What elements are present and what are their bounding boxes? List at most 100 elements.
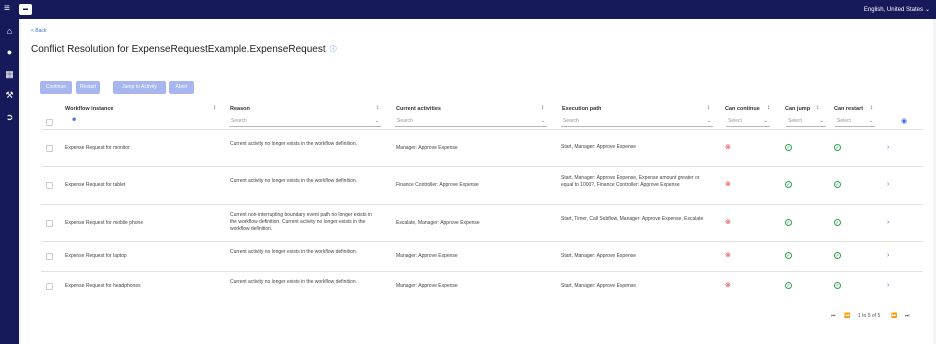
chevron-down-icon: ⌄ [540,118,545,124]
row-open-chevron-icon[interactable]: › [887,252,889,259]
reason-search-input[interactable]: Search ⌄ [229,116,381,127]
can-restart-check-icon: ✓ [834,181,841,188]
logout-icon[interactable]: ➲ [4,112,15,123]
execution-path-cell: Start, Manager: Approve Expense, Expense… [561,174,700,188]
can-restart-check-icon: ✓ [834,282,841,289]
can-restart-select-value: Select [837,118,851,124]
row-checkbox[interactable] [46,253,53,260]
jump-to-activity-button[interactable]: Jump to Activity [113,81,166,94]
sort-icon[interactable]: ↕ [213,105,216,111]
column-header-workflow-instance[interactable]: Workflow instance [65,106,114,112]
current-activities-cell: Escalate, Manager: Approve Expense [396,219,480,226]
row-checkbox[interactable] [46,144,53,152]
reason-cell: Current activity no longer exists in the… [230,249,358,255]
can-continue-error-icon: ⊗ [725,252,731,259]
row-open-chevron-icon[interactable]: › [887,144,889,151]
can-restart-check-icon: ✓ [834,252,841,259]
can-restart-select[interactable]: Select ⌄ [835,116,875,127]
main-content: < Back Conflict Resolution for ExpenseRe… [21,19,933,344]
home-icon[interactable]: ⌂ [4,26,15,37]
workflow-instance-cell: Expense Request for headphones [65,283,141,289]
info-icon[interactable]: ⓘ [330,46,337,53]
restart-button[interactable]: Restart [76,81,100,94]
chevron-down-icon: ⌄ [819,118,824,124]
row-open-chevron-icon[interactable]: › [887,282,889,289]
current-activities-cell: Manager: Approve Expense [396,283,458,289]
current-activities-cell: Manager: Approve Expense [396,253,458,259]
sort-icon[interactable]: ↕ [541,105,544,111]
language-label: English, United States [863,7,923,13]
can-continue-error-icon: ⊗ [725,143,731,151]
workflow-instance-cell: Expense Request for laptop [65,253,127,259]
can-continue-error-icon: ⊗ [725,282,731,289]
activities-search-placeholder: Search [397,118,413,124]
page-title: Conflict Resolution for ExpenseRequestEx… [31,44,337,55]
column-header-can-restart[interactable]: Can restart [834,106,863,112]
can-jump-check-icon: ✓ [785,218,792,226]
page-title-text: Conflict Resolution for ExpenseRequestEx… [31,44,326,55]
sort-icon[interactable]: ↕ [376,105,379,111]
column-header-reason[interactable]: Reason [230,106,250,112]
abort-button[interactable]: Abort [169,81,194,94]
sort-icon[interactable]: ↕ [870,105,873,111]
row-open-chevron-icon[interactable]: › [887,219,889,226]
grid-icon[interactable]: ▦ [4,69,15,80]
chevron-down-icon: ⌄ [763,118,768,124]
sort-icon[interactable]: ↕ [816,105,819,111]
execution-path-cell: Start, Manager: Approve Expense [561,282,637,289]
top-bar: ≡ ▬ English, United States ⌄ [0,0,936,19]
back-link[interactable]: < Back [31,28,46,34]
execution-path-cell: Start, Timer, Call Subflow, Manager: App… [561,215,704,222]
can-jump-check-icon: ✓ [785,282,792,289]
workflow-instance-cell: Expense Request for mobile phone [65,219,144,226]
can-jump-select-value: Select [788,118,802,124]
language-selector[interactable]: English, United States ⌄ [864,6,930,13]
column-header-can-jump[interactable]: Can jump [785,106,810,112]
row-checkbox[interactable] [46,219,53,227]
first-page-icon[interactable]: ⏮ [831,313,836,319]
eye-icon[interactable]: ◉ [901,117,907,125]
app-logo[interactable]: ▬ [19,4,32,15]
continue-button[interactable]: Continue [40,81,72,94]
can-jump-check-icon: ✓ [785,181,792,188]
wrench-icon[interactable]: ⚒ [4,90,15,101]
side-nav: ⌂ ● ▦ ⚒ ➲ [0,19,19,344]
can-jump-check-icon: ✓ [785,252,792,259]
sort-icon[interactable]: ↕ [707,105,710,111]
prev-page-icon[interactable]: ⏪ [844,313,850,319]
reason-cell: Current non-interrupting boundary event … [230,212,372,232]
row-open-chevron-icon[interactable]: › [887,181,889,188]
current-activities-cell: Finance Controller: Approve Expense [396,182,479,188]
execution-path-cell: Start, Manager: Approve Expense [561,252,637,259]
can-continue-error-icon: ⊗ [725,181,731,188]
path-search-placeholder: Search [563,118,579,124]
reason-cell: Current activity no longer exists in the… [230,140,358,147]
activities-search-input[interactable]: Search ⌄ [395,116,547,127]
row-checkbox[interactable] [46,283,53,290]
menu-icon[interactable]: ≡ [4,4,10,14]
workflow-instance-cell: Expense Request for tablet [65,182,126,188]
can-jump-check-icon: ✓ [785,143,792,151]
reason-search-placeholder: Search [231,118,247,124]
path-search-input[interactable]: Search ⌄ [561,116,713,127]
row-checkbox[interactable] [46,182,53,189]
execution-path-cell: Start, Manager: Approve Expense [561,144,637,150]
reason-cell: Current activity no longer exists in the… [230,279,358,285]
can-restart-check-icon: ✓ [834,143,841,151]
reason-cell: Current activity no longer exists in the… [230,178,358,184]
user-icon[interactable]: ● [4,47,15,58]
people-icon[interactable]: ☻ [71,117,77,123]
can-continue-select-value: Select [728,118,742,124]
can-jump-select[interactable]: Select ⌄ [786,116,826,127]
current-activities-cell: Manager: Approve Expense [396,144,458,151]
column-header-execution-path[interactable]: Execution path [562,106,601,112]
workflow-instance-cell: Expense Request for monitor [65,144,130,151]
sort-icon[interactable]: ↕ [767,105,770,111]
chevron-down-icon: ⌄ [868,118,873,124]
can-continue-select[interactable]: Select ⌄ [726,116,770,127]
select-all-checkbox[interactable] [46,119,53,126]
column-header-can-continue[interactable]: Can continue [725,106,760,112]
column-header-current-activities[interactable]: Current activities [396,106,441,112]
last-page-icon[interactable]: ⏭ [905,313,910,319]
next-page-icon[interactable]: ⏩ [891,313,897,319]
